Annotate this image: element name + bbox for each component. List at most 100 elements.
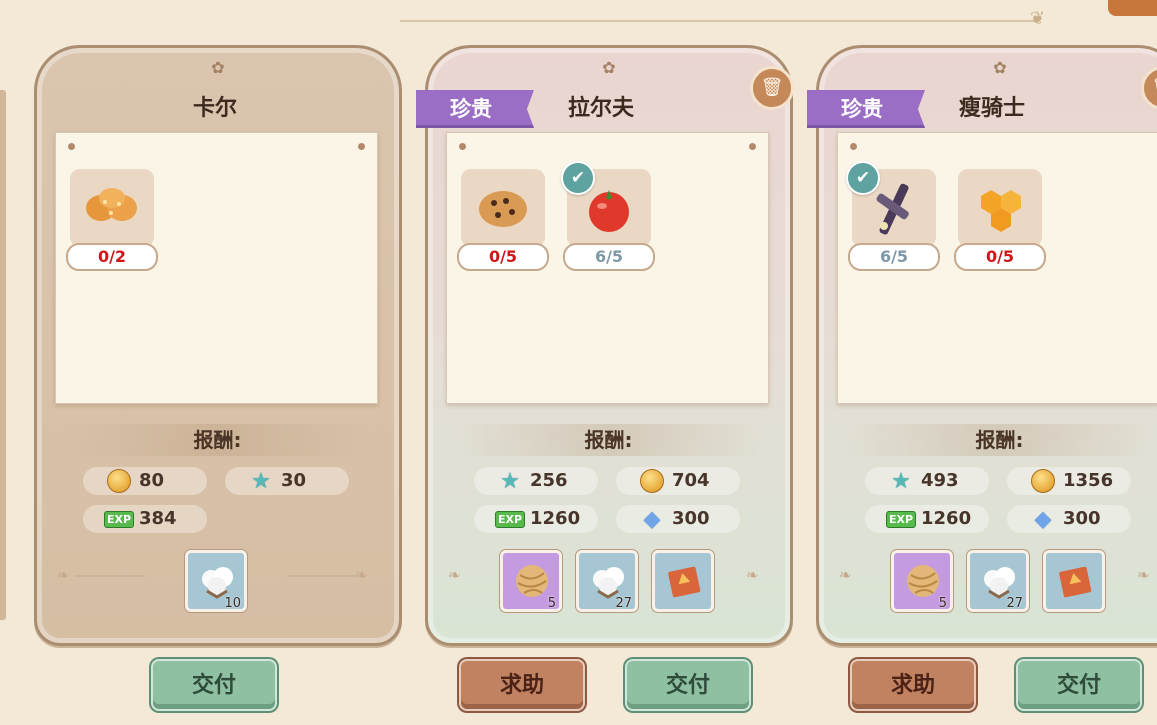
reward-value: 493 xyxy=(921,470,959,491)
footer-ornament-icon: ❧ xyxy=(57,566,70,584)
reward-gold: 80 xyxy=(83,467,207,495)
rare-tag: 珍贵 xyxy=(416,90,534,128)
reward-value: 1260 xyxy=(530,508,581,529)
footer-divider xyxy=(75,575,145,577)
reward-exp: EXP 384 xyxy=(83,505,207,533)
footer-divider xyxy=(287,575,357,577)
reward-value: 30 xyxy=(281,470,307,491)
bonus-item-slot[interactable]: 10 xyxy=(185,550,247,612)
item-count: 0/2 xyxy=(66,243,158,271)
gold-coin-icon xyxy=(105,468,133,494)
checkmark-icon: ✔ xyxy=(846,161,880,195)
required-item[interactable]: 0/2 xyxy=(66,169,158,273)
reward-value: 384 xyxy=(139,508,177,529)
header-leaf-ornament-icon: ❦ xyxy=(1030,8,1046,29)
paper-pin-icon xyxy=(749,143,756,150)
reward-star: ★ 30 xyxy=(225,467,349,495)
bonus-item-slot[interactable] xyxy=(1043,550,1105,612)
yarn-icon xyxy=(516,565,548,597)
item-count: 0/5 xyxy=(954,243,1046,271)
footer-ornament-icon: ❧ xyxy=(448,566,461,584)
star-icon: ★ xyxy=(891,468,911,494)
reward-crystal: ◆ 300 xyxy=(616,505,740,533)
trash-icon[interactable]: 🗑 xyxy=(750,66,794,110)
card-top-ornament-icon: ✿ xyxy=(602,58,616,77)
crystal-icon: ◆ xyxy=(643,506,661,532)
bonus-item-quantity: 10 xyxy=(224,596,241,611)
customer-name: 卡尔 xyxy=(192,96,237,121)
star-icon: ★ xyxy=(500,468,520,494)
reward-value: 80 xyxy=(139,470,165,491)
card-top-ornament-icon: ✿ xyxy=(211,58,225,77)
reward-title: 报酬: xyxy=(456,424,761,456)
reward-value: 256 xyxy=(530,470,568,491)
required-item[interactable]: ✔ 6/5 xyxy=(846,161,940,273)
reward-value: 1356 xyxy=(1063,470,1114,491)
deliver-button[interactable]: 交付 xyxy=(1016,659,1142,711)
customer-name: 瘦骑士 xyxy=(959,96,1026,121)
corner-button[interactable] xyxy=(1108,0,1157,16)
bread-icon xyxy=(70,169,154,247)
exp-icon: EXP xyxy=(494,506,526,532)
reward-crystal: ◆ 300 xyxy=(1007,505,1131,533)
required-item[interactable]: 0/5 xyxy=(954,169,1046,273)
bonus-item-slot[interactable] xyxy=(652,550,714,612)
reward-title: 报酬: xyxy=(847,424,1152,456)
bonus-item-slot[interactable]: 27 xyxy=(967,550,1029,612)
crystal-icon: ◆ xyxy=(1034,506,1052,532)
header-divider xyxy=(400,20,1040,22)
order-paper: 0/5 ✔ 6/5 xyxy=(446,132,769,404)
reward-exp: EXP 1260 xyxy=(865,505,989,533)
reward-title: 报酬: xyxy=(65,424,370,456)
bonus-item-quantity: 5 xyxy=(547,596,556,611)
paper-pin-icon xyxy=(459,143,466,150)
cotton-icon xyxy=(984,567,1015,599)
deliver-button[interactable]: 交付 xyxy=(625,659,751,711)
card-top-ornament-icon: ✿ xyxy=(993,58,1007,77)
footer-ornament-icon: ❧ xyxy=(839,566,852,584)
item-count: 6/5 xyxy=(563,243,655,271)
customer-name: 拉尔夫 xyxy=(568,96,635,121)
item-count: 0/5 xyxy=(457,243,549,271)
header-right-text-cutoff: — xyxy=(805,0,823,9)
required-item[interactable]: ✔ 6/5 xyxy=(561,161,655,273)
order-card: ✿ 珍贵 拉尔夫 🗑 0/5 ✔ 6/5 报酬: ★ 256 704 EXP 1… xyxy=(416,45,794,646)
bonus-item-quantity: 27 xyxy=(615,596,632,611)
footer-ornament-icon: ❧ xyxy=(1137,566,1150,584)
deliver-button[interactable]: 交付 xyxy=(151,659,277,711)
bonus-item-slot[interactable]: 5 xyxy=(891,550,953,612)
yarn-icon xyxy=(907,565,939,597)
reward-gold: 704 xyxy=(616,467,740,495)
top-header-strip: — — ❦ xyxy=(0,0,1157,30)
cotton-icon xyxy=(202,567,233,599)
paper-pin-icon xyxy=(68,143,75,150)
footer-ornament-icon: ❧ xyxy=(355,566,368,584)
reward-value: 300 xyxy=(1063,508,1101,529)
honeycomb-icon xyxy=(958,169,1042,247)
exp-icon: EXP xyxy=(103,506,135,532)
gold-coin-icon xyxy=(638,468,666,494)
reward-exp: EXP 1260 xyxy=(474,505,598,533)
help-button[interactable]: 求助 xyxy=(850,659,976,711)
trash-icon[interactable]: 🗑 xyxy=(1141,66,1157,110)
footer-ornament-icon: ❧ xyxy=(746,566,759,584)
reward-star: ★ 493 xyxy=(865,467,989,495)
required-item[interactable]: 0/5 xyxy=(457,169,549,273)
bonus-item-quantity: 5 xyxy=(938,596,947,611)
bonus-item-slot[interactable]: 5 xyxy=(500,550,562,612)
reward-star: ★ 256 xyxy=(474,467,598,495)
paper-pin-icon xyxy=(358,143,365,150)
cookie-icon xyxy=(461,169,545,247)
paper-pin-icon xyxy=(850,143,857,150)
rare-tag: 珍贵 xyxy=(807,90,925,128)
help-button[interactable]: 求助 xyxy=(459,659,585,711)
checkmark-icon: ✔ xyxy=(561,161,595,195)
book-icon xyxy=(668,566,701,598)
bonus-item-slot[interactable]: 27 xyxy=(576,550,638,612)
header-left-text-cutoff: — xyxy=(410,0,428,9)
bonus-item-quantity: 27 xyxy=(1006,596,1023,611)
gold-coin-icon xyxy=(1029,468,1057,494)
order-paper: 0/2 xyxy=(55,132,378,404)
item-count: 6/5 xyxy=(848,243,940,271)
book-icon xyxy=(1059,566,1092,598)
